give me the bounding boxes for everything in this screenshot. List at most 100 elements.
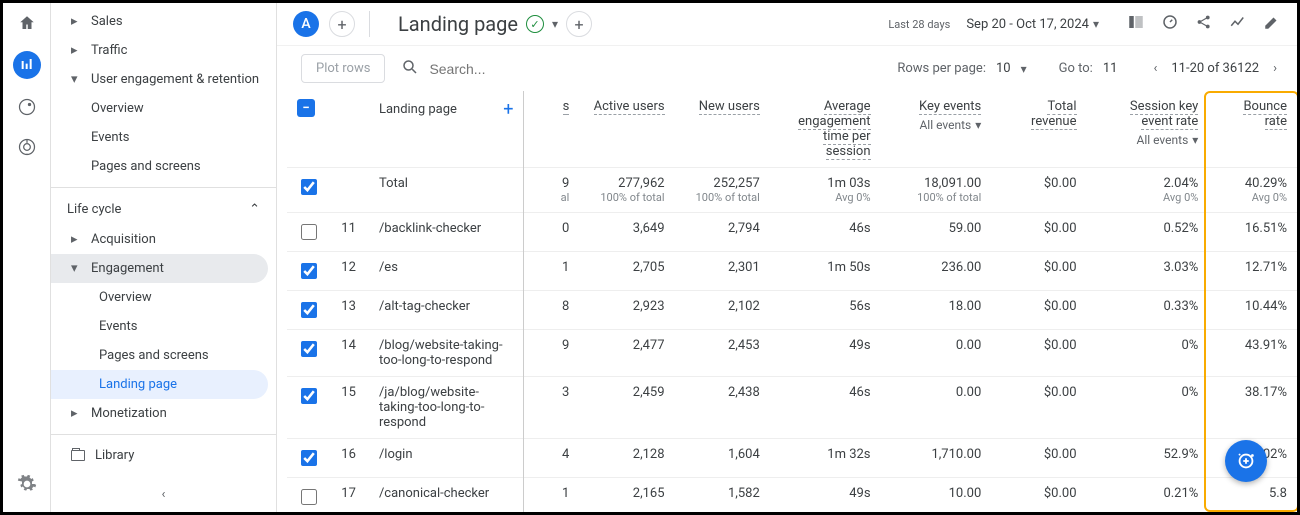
nav-label: Pages and screens	[99, 348, 209, 363]
sker-filter[interactable]: All events▾	[1097, 133, 1199, 147]
chevron-down-icon[interactable]: ▾	[552, 17, 558, 31]
reports-icon[interactable]	[13, 51, 41, 79]
col-avg-engagement[interactable]: Average engagement time per session	[770, 91, 881, 168]
col-session-ker[interactable]: Session key event rateAll events▾	[1087, 91, 1209, 168]
insights-icon[interactable]	[1161, 13, 1179, 35]
nav-user-engagement[interactable]: ▾User engagement & retention	[51, 65, 276, 94]
status-verified-icon[interactable]: ✓	[526, 15, 544, 33]
chevron-right-icon: ▸	[71, 14, 85, 29]
admin-gear-icon[interactable]	[15, 472, 39, 496]
add-dimension-icon[interactable]: +	[503, 99, 513, 120]
nav-eng-pages[interactable]: Pages and screens	[51, 341, 276, 370]
row-checkbox[interactable]	[301, 302, 317, 318]
table-row: 15/ja/blog/website-taking-too-long-to-re…	[287, 377, 1297, 439]
cell: 2,438	[675, 377, 770, 439]
table-row: 16/login42,1281,6041m 32s1,710.00$0.0052…	[287, 439, 1297, 478]
col-active-users[interactable]: Active users	[579, 91, 674, 168]
cell: $0.00	[991, 252, 1086, 291]
cell-page[interactable]: /es	[369, 252, 524, 291]
cell: 2,301	[675, 252, 770, 291]
search-icon	[401, 58, 419, 80]
next-page-icon[interactable]: ›	[1269, 61, 1281, 76]
nav-engagement[interactable]: ▾Engagement	[51, 254, 268, 283]
cell: 16.51%	[1208, 213, 1297, 252]
cell: $0.00	[991, 439, 1086, 478]
cell: 277,962100% of total	[579, 168, 674, 213]
nav-label: Monetization	[91, 406, 167, 421]
prev-page-icon[interactable]: ‹	[1149, 61, 1161, 76]
compare-icon[interactable]	[1127, 13, 1145, 35]
data-table: − Landing page + s Active users New user…	[287, 91, 1297, 512]
plot-rows-button[interactable]: Plot rows	[301, 54, 385, 83]
col-landing-page[interactable]: Landing page +	[369, 91, 524, 168]
cell: 2,165	[579, 478, 674, 513]
chevron-right-icon: ▸	[71, 232, 85, 247]
col-sessions-partial[interactable]: s	[524, 91, 579, 168]
share-icon[interactable]	[1195, 13, 1213, 35]
col-total-revenue[interactable]: Total revenue	[991, 91, 1086, 168]
rows-per-page-select[interactable]: 10▾	[996, 61, 1027, 76]
nav-uer-events[interactable]: Events	[51, 123, 276, 152]
key-events-filter[interactable]: All events▾	[891, 118, 982, 132]
cell-page[interactable]: /blog/website-taking-too-long-to-respond	[369, 330, 524, 377]
table-row: 11/backlink-checker03,6492,79446s59.00$0…	[287, 213, 1297, 252]
row-checkbox[interactable]	[301, 489, 317, 505]
nav-label: Events	[91, 130, 129, 145]
trend-icon[interactable]	[1229, 13, 1247, 35]
cell-page[interactable]: /backlink-checker	[369, 213, 524, 252]
row-checkbox[interactable]	[301, 388, 317, 404]
row-checkbox[interactable]	[301, 341, 317, 357]
goto-value[interactable]: 11	[1103, 61, 1118, 76]
pagination-text: 11-20 of 36122	[1171, 61, 1259, 76]
cell: $0.00	[991, 330, 1086, 377]
col-new-users[interactable]: New users	[675, 91, 770, 168]
cell-index: 13	[331, 291, 369, 330]
nav-eng-landing[interactable]: Landing page	[51, 370, 268, 399]
cell-page[interactable]: /canonical-checker	[369, 478, 524, 513]
home-icon[interactable]	[15, 11, 39, 35]
advertising-icon[interactable]	[15, 135, 39, 159]
col-bounce-rate[interactable]: Bounce rate	[1208, 91, 1297, 168]
date-range-picker[interactable]: Sep 20 - Oct 17, 2024 ▾	[966, 17, 1099, 32]
collapse-sidebar-icon[interactable]: ‹	[162, 487, 166, 502]
cell: 0%	[1087, 330, 1209, 377]
add-customization-button[interactable]: +	[566, 11, 592, 37]
row-checkbox[interactable]	[301, 450, 317, 466]
edit-icon[interactable]	[1263, 13, 1281, 35]
nav-eng-events[interactable]: Events	[51, 312, 276, 341]
cell: 2,128	[579, 439, 674, 478]
avatar[interactable]: A	[293, 11, 319, 37]
nav-uer-pages[interactable]: Pages and screens	[51, 152, 276, 181]
nav-acquisition[interactable]: ▸Acquisition	[51, 225, 276, 254]
cell: 49s	[770, 478, 881, 513]
cell: 2,923	[579, 291, 674, 330]
cell-index: 14	[331, 330, 369, 377]
nav-label: Pages and screens	[91, 159, 201, 174]
nav-library[interactable]: Library	[51, 441, 276, 470]
chevron-down-icon: ▾	[1021, 62, 1027, 76]
nav-monetization[interactable]: ▸Monetization	[51, 399, 276, 428]
row-checkbox[interactable]	[301, 179, 317, 195]
nav-eng-overview[interactable]: Overview	[51, 283, 276, 312]
cell: 9al	[524, 168, 579, 213]
nav-traffic[interactable]: ▸Traffic	[51, 36, 276, 65]
assistant-fab[interactable]	[1225, 440, 1267, 482]
col-key-events[interactable]: Key eventsAll events▾	[881, 91, 992, 168]
add-comparison-button[interactable]: +	[329, 11, 355, 37]
cell: 2,453	[675, 330, 770, 377]
deselect-all-checkbox[interactable]: −	[297, 99, 315, 117]
section-lifecycle[interactable]: Life cycle⌃	[51, 194, 276, 225]
table-controls: Plot rows Rows per page: 10▾ Go to: 11 ‹…	[277, 45, 1297, 91]
nav-uer-overview[interactable]: Overview	[51, 94, 276, 123]
row-checkbox[interactable]	[301, 263, 317, 279]
cell-page[interactable]: /alt-tag-checker	[369, 291, 524, 330]
row-checkbox[interactable]	[301, 224, 317, 240]
cell-page[interactable]: /login	[369, 439, 524, 478]
cell-page[interactable]: /ja/blog/website-taking-too-long-to-resp…	[369, 377, 524, 439]
nav-sales[interactable]: ▸Sales	[51, 7, 276, 36]
cell: 0.21%	[1087, 478, 1209, 513]
chevron-down-icon: ▾	[71, 261, 85, 276]
nav-label: User engagement & retention	[91, 72, 259, 87]
search-input[interactable]	[427, 60, 881, 78]
explore-icon[interactable]	[15, 95, 39, 119]
